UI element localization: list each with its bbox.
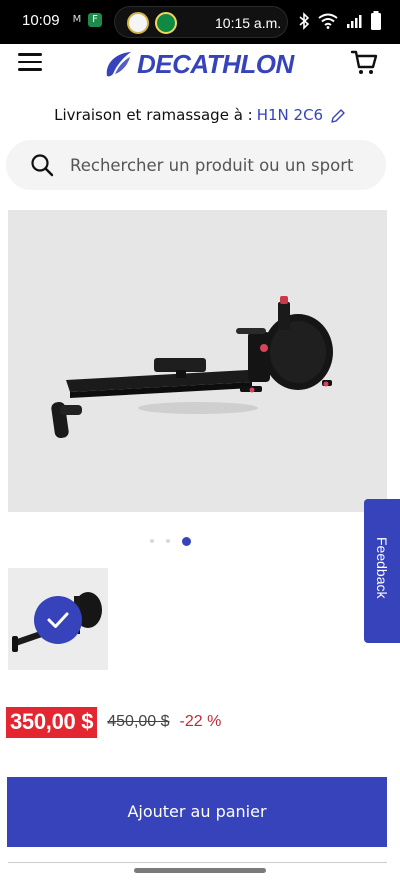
current-price: 350,00 $ — [6, 706, 98, 738]
status-bar: 10:09 M F 10:15 a.m. — [0, 0, 400, 44]
signal-icon — [347, 15, 362, 28]
price-row: 350,00 $ 450,00 $ -22 % — [6, 706, 221, 738]
bluetooth-icon — [299, 12, 310, 30]
checkmark-icon — [47, 612, 69, 628]
add-to-cart-button[interactable]: Ajouter au panier — [7, 777, 387, 847]
feedback-tab[interactable]: Feedback — [364, 499, 400, 643]
delivery-label: Livraison et ramassage à : — [54, 106, 253, 124]
menu-button[interactable] — [18, 53, 42, 73]
decathlon-logo[interactable]: DECATHLON — [103, 48, 294, 80]
discount-percent: -22 % — [179, 713, 222, 730]
gallery-dot[interactable] — [150, 539, 154, 543]
menu-icon — [18, 53, 42, 56]
product-image[interactable] — [8, 210, 387, 512]
search-bar[interactable] — [6, 140, 386, 190]
brand-name: DECATHLON — [137, 48, 294, 79]
pill-time: 10:15 a.m. — [215, 15, 282, 31]
original-price: 450,00 $ — [107, 713, 170, 730]
wifi-icon — [318, 13, 338, 29]
product-thumbnail[interactable] — [8, 568, 108, 670]
delivery-postal-code[interactable]: H1N 2C6 — [257, 106, 323, 124]
notification-icons: M F — [70, 13, 102, 27]
live-score-pill[interactable]: 10:15 a.m. — [114, 6, 288, 38]
team-crest-icon — [155, 12, 177, 34]
delivery-location: Livraison et ramassage à : H1N 2C6 — [0, 106, 400, 124]
battery-icon — [371, 11, 381, 30]
status-time: 10:09 — [22, 12, 60, 29]
rowing-machine-image — [51, 296, 333, 439]
home-indicator[interactable] — [134, 868, 266, 873]
edit-pencil-icon[interactable] — [330, 108, 346, 124]
feedback-label: Feedback — [374, 537, 390, 599]
search-icon — [31, 154, 54, 177]
gmail-icon: M — [72, 14, 82, 25]
gallery-pagination[interactable] — [150, 536, 191, 546]
cart-icon[interactable] — [350, 48, 378, 76]
search-input[interactable] — [70, 140, 386, 190]
team-crest-icon — [127, 12, 149, 34]
decathlon-logo-icon — [106, 52, 131, 77]
app-header: DECATHLON — [0, 44, 400, 84]
selected-check-badge — [34, 596, 82, 644]
system-icons — [298, 11, 382, 31]
gallery-dot[interactable] — [166, 539, 170, 543]
divider — [8, 862, 387, 863]
gallery-dot-active[interactable] — [182, 536, 191, 546]
app-notification-icon: F — [88, 13, 102, 27]
